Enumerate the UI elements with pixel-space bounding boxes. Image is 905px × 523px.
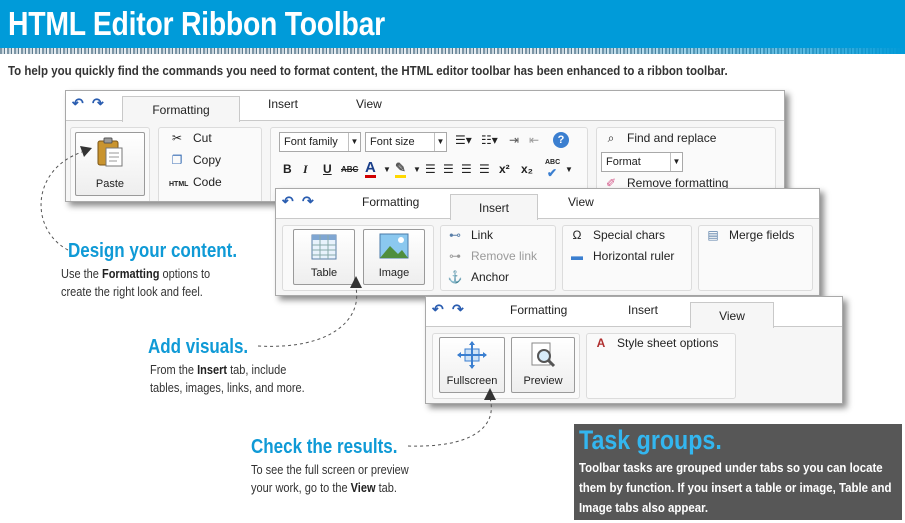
- check-title: Check the results.: [251, 436, 398, 458]
- check-text: To see the full screen or preview your w…: [251, 461, 409, 497]
- visuals-text-post: tab, include: [227, 363, 287, 377]
- design-text-post: options to: [159, 267, 211, 281]
- design-text-bold: Formatting: [101, 267, 160, 281]
- design-text-line2: create the right look and feel.: [61, 285, 203, 299]
- check-text-line1: To see the full screen or preview: [251, 463, 409, 477]
- visuals-title: Add visuals.: [148, 336, 249, 358]
- visuals-text-bold: Insert: [197, 363, 228, 377]
- task-groups-title: Task groups.: [579, 425, 722, 455]
- visuals-text-pre: From the: [150, 363, 198, 377]
- check-text-post: tab.: [375, 481, 397, 495]
- check-text-pre: your work, go to the: [251, 481, 351, 495]
- design-title: Design your content.: [68, 240, 238, 262]
- design-text-pre: Use the: [61, 267, 102, 281]
- task-groups-text: Toolbar tasks are grouped under tabs so …: [579, 460, 892, 515]
- check-text-bold: View: [350, 481, 376, 495]
- visuals-text-line2: tables, images, links, and more.: [150, 381, 305, 395]
- task-groups-panel: Task groups. Toolbar tasks are grouped u…: [574, 424, 902, 520]
- visuals-text: From the Insert tab, include tables, ima…: [150, 361, 305, 397]
- design-text: Use the Formatting options to create the…: [61, 265, 210, 301]
